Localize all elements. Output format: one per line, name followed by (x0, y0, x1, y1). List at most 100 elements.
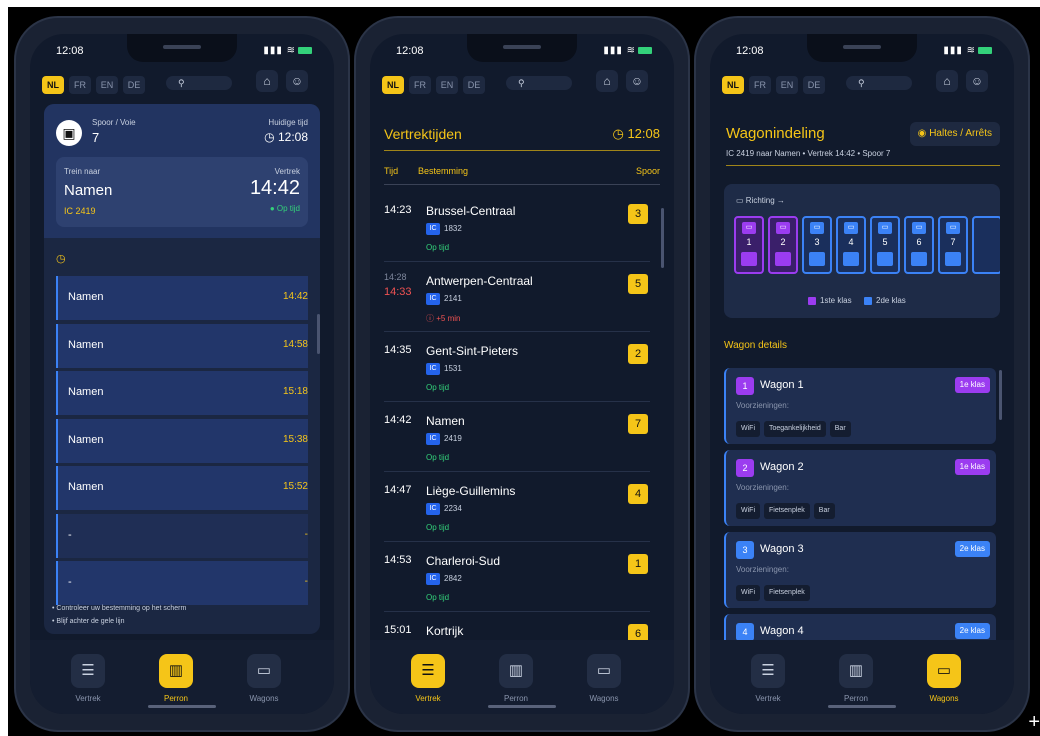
wagon-7[interactable]: ▭ 7 (938, 216, 968, 274)
table-row[interactable]: 14:53 Charleroi-Sud IC 2842 Op tijd 1 (384, 542, 650, 612)
battery-icon (638, 46, 652, 54)
col-destination: Bestemming (418, 166, 469, 176)
col-time: Tijd (384, 166, 399, 176)
wagon-name: Wagon 2 (760, 461, 804, 473)
train-destination: Namen (64, 182, 113, 199)
wagon-5[interactable]: ▭ 5 (870, 216, 900, 274)
page-title: Vertrektijden (384, 126, 462, 142)
nav-label: Vertrek (415, 694, 441, 703)
lang-fr-button[interactable]: FR (69, 76, 91, 94)
lang-nl-button[interactable]: NL (382, 76, 404, 94)
home-button[interactable]: ⌂ (256, 70, 278, 92)
nav-label: Wagons (589, 694, 619, 703)
wagon-8-partial[interactable] (972, 216, 1000, 274)
train-composition: ▭ Richting → ▭ 1 ▭ 2 ▭ 3 ▭ 4 ▭ 5 ▭ 6 ▭ 7 1ste k… (724, 184, 1000, 318)
search-input[interactable]: ⚲ (166, 76, 232, 90)
scrollbar[interactable] (317, 314, 320, 354)
wagon-4[interactable]: ▭ 4 (836, 216, 866, 274)
dep-time-delayed: 14:33 (384, 286, 412, 298)
nav-perron[interactable]: ▥ Perron (826, 654, 886, 703)
map-icon: ▥ (499, 654, 533, 688)
signal-text: ▮▮▮ ≋ (943, 45, 976, 56)
map-icon: ▥ (839, 654, 873, 688)
screen-vertrek: 12:08 ▮▮▮ ≋ NL FR EN DE ⚲ ⌂ ☺ Vertrektij… (370, 34, 674, 714)
nav-wagons[interactable]: ▭ Wagons (914, 654, 974, 703)
dep-status: Op tijd (426, 243, 450, 252)
home-indicator (828, 705, 896, 708)
divider (726, 165, 1000, 166)
list-item[interactable]: Namen 15:38 (56, 418, 308, 463)
scrollbar[interactable] (999, 370, 1002, 420)
train-label: Trein naar (64, 167, 101, 176)
nav-vertrek[interactable]: ☰ Vertrek (398, 654, 458, 703)
divider (384, 150, 660, 151)
table-row[interactable]: 14:28 14:33 Antwerpen-Centraal IC 2141 ⓘ… (384, 262, 650, 332)
platform-notes: • Controleer uw bestemming op het scherm… (52, 602, 186, 628)
departure-label: Vertrek (274, 167, 300, 176)
profile-button[interactable]: ☺ (966, 70, 988, 92)
col-platform: Spoor (635, 166, 660, 176)
dep-destination: Namen (68, 433, 104, 446)
list-item[interactable]: Namen 15:18 (56, 371, 308, 415)
home-icon: ⌂ (943, 74, 951, 88)
dep-destination: - (68, 576, 72, 588)
train-card: Trein naar Namen IC 2419 Vertrek 14:42 ●… (56, 157, 308, 227)
table-row[interactable]: 14:35 Gent-Sint-Pieters IC 1531 Op tijd … (384, 332, 650, 402)
lang-en-button[interactable]: EN (96, 76, 118, 94)
lang-fr-button[interactable]: FR (749, 76, 771, 94)
wagon-6[interactable]: ▭ 6 (904, 216, 934, 274)
list-item[interactable]: Namen 14:42 (56, 276, 308, 320)
wagon-3[interactable]: ▭ 3 (802, 216, 832, 274)
wagon-number: 4 (848, 237, 854, 247)
next-departures-list: Namen 14:42 Namen 14:58 Namen 15:18 Namen 15… (56, 276, 308, 609)
nav-wagons[interactable]: ▭ Wagons (234, 654, 294, 703)
wagon-icon: ▭ (912, 222, 926, 234)
wagon-name: Wagon 1 (760, 379, 804, 391)
screen-wagons: 12:08 ▮▮▮ ≋ NL FR EN DE ⚲ ⌂ ☺ Wagonindel… (710, 34, 1014, 714)
search-input[interactable]: ⚲ (846, 76, 912, 90)
legend-label: 1ste klas (820, 296, 852, 305)
haltes-button[interactable]: ◉ Haltes / Arrêts (909, 122, 1000, 146)
lang-de-button[interactable]: DE (463, 76, 485, 94)
lang-nl-button[interactable]: NL (42, 76, 64, 94)
profile-button[interactable]: ☺ (626, 70, 648, 92)
table-row[interactable]: 14:42 Namen IC 2419 Op tijd 7 (384, 402, 650, 472)
nav-perron[interactable]: ▥ Perron (146, 654, 206, 703)
signal-text: ▮▮▮ ≋ (603, 45, 636, 56)
lang-fr-button[interactable]: FR (409, 76, 431, 94)
lang-en-button[interactable]: EN (776, 76, 798, 94)
lang-de-button[interactable]: DE (123, 76, 145, 94)
train-type-badge: IC (426, 363, 440, 375)
nav-vertrek[interactable]: ☰ Vertrek (58, 654, 118, 703)
nav-wagons[interactable]: ▭ Wagons (574, 654, 634, 703)
list-item[interactable]: -- (56, 513, 308, 558)
list-item[interactable]: Namen 15:52 (56, 466, 308, 510)
platform-header: ▣ Spoor / Voie 7 Huidige tijd ◷ 12:08 Tr… (44, 104, 320, 238)
table-row[interactable]: 14:47 Liège-Guillemins IC 2234 Op tijd 4 (384, 472, 650, 542)
table-row[interactable]: 14:23 Brussel-Centraal IC 1832 Op tijd 3 (384, 192, 650, 262)
wagon-2[interactable]: ▭ 2 (768, 216, 798, 274)
legend-second-class: 2de klas (864, 296, 906, 305)
list-item[interactable]: Namen 14:58 (56, 323, 308, 368)
profile-button[interactable]: ☺ (286, 70, 308, 92)
facilities-label: Voorzieningen: (736, 401, 789, 410)
facility-chip: WiFi (736, 503, 760, 519)
search-input[interactable]: ⚲ (506, 76, 572, 90)
lang-en-button[interactable]: EN (436, 76, 458, 94)
status-bar: 12:08 ▮▮▮ ≋ (30, 34, 334, 64)
home-button[interactable]: ⌂ (596, 70, 618, 92)
wagon-card[interactable]: 1 Wagon 1 1e klas Voorzieningen: WiFi Toe… (724, 368, 996, 444)
list-item[interactable]: -- (56, 561, 308, 605)
home-button[interactable]: ⌂ (936, 70, 958, 92)
top-border (0, 0, 1040, 7)
wagon-1[interactable]: ▭ 1 (734, 216, 764, 274)
nav-perron[interactable]: ▥ Perron (486, 654, 546, 703)
wagon-card[interactable]: 3 Wagon 3 2e klas Voorzieningen: WiFi Fie… (724, 532, 996, 608)
train-icon: ▣ (56, 120, 82, 146)
nav-vertrek[interactable]: ☰ Vertrek (738, 654, 798, 703)
wagon-card[interactable]: 2 Wagon 2 1e klas Voorzieningen: WiFi Fie… (724, 450, 996, 526)
dep-time: 14:23 (384, 204, 412, 216)
lang-de-button[interactable]: DE (803, 76, 825, 94)
scrollbar[interactable] (661, 208, 664, 268)
lang-nl-button[interactable]: NL (722, 76, 744, 94)
